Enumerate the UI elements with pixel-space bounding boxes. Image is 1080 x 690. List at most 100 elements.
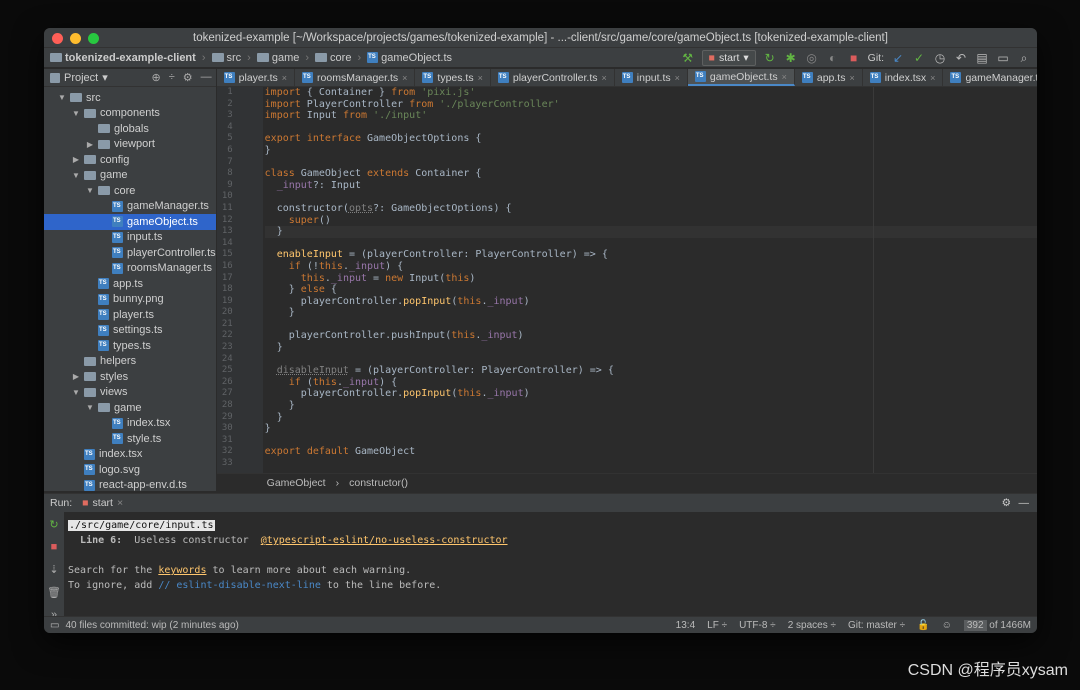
code-line[interactable]: if (!this._input) { [265,261,1037,273]
code-line[interactable]: playerController.pushInput(this._input) [265,330,1037,342]
close-tab-icon[interactable]: × [478,73,483,83]
tree-file[interactable]: index.tsx [44,447,216,463]
line-separator[interactable]: LF ÷ [707,620,727,631]
close-tab-icon[interactable]: × [602,73,607,83]
debug-bug-icon[interactable]: ✱ [784,51,798,65]
tree-file[interactable]: app.ts [44,276,216,292]
rerun-icon[interactable]: ↻ [49,518,58,531]
code-line[interactable]: } [265,400,1037,412]
zoom-window-button[interactable] [88,33,99,44]
code-line[interactable]: this._input = new Input(this) [265,273,1037,285]
lock-icon[interactable]: 🔓 [917,620,929,631]
tree-folder[interactable]: globals [44,121,216,137]
code-line[interactable]: } [264,226,1037,238]
tree-file[interactable]: types.ts [44,338,216,354]
build-hammer-icon[interactable]: ⚒ [681,51,695,65]
code-line[interactable] [265,319,1037,331]
trash-icon[interactable]: 🗑 [47,586,61,599]
tree-file[interactable]: input.ts [44,230,216,246]
code-line[interactable] [265,354,1037,366]
console-file-path[interactable]: ./src/game/core/input.ts [68,520,215,531]
breadcrumb-method[interactable]: constructor() [349,477,408,489]
code-line[interactable]: if (this._input) { [265,377,1037,389]
crumb-core[interactable]: core [315,52,351,64]
tree-folder[interactable]: ▼ views [44,385,216,401]
profile-icon[interactable]: ◐ [826,51,840,65]
keywords-link[interactable]: keywords [158,565,206,576]
close-tab-icon[interactable]: × [782,72,787,82]
expand-arrow-icon[interactable]: ▼ [72,109,80,118]
gear-icon[interactable]: ⚙ [1002,497,1011,509]
editor-tab[interactable]: player.ts × [217,69,296,86]
breadcrumb-class[interactable]: GameObject [267,477,326,489]
minimize-window-button[interactable] [70,33,81,44]
expand-arrow-icon[interactable]: ▼ [72,171,80,180]
tree-folder[interactable]: ▼ core [44,183,216,199]
project-view-select[interactable]: Project [64,72,98,84]
code-line[interactable]: } [265,307,1037,319]
code-line[interactable]: class GameObject extends Container { [265,168,1037,180]
tree-folder[interactable]: ▶ styles [44,369,216,385]
code-line[interactable]: import { Container } from 'pixi.js' [265,87,1037,99]
close-tab-icon[interactable]: × [675,73,680,83]
file-encoding[interactable]: UTF-8 ÷ [739,620,776,631]
code-line[interactable]: } [265,423,1037,435]
tree-file[interactable]: gameManager.ts [44,199,216,215]
code-line[interactable]: disableInput = (playerController: Player… [265,365,1037,377]
close-tab-icon[interactable]: × [282,73,287,83]
collapse-arrow-icon[interactable]: ▶ [72,155,80,164]
close-icon[interactable]: × [117,497,123,509]
tree-file[interactable]: react-app-env.d.ts [44,478,216,494]
code-line[interactable] [265,157,1037,169]
editor-tab[interactable]: roomsManager.ts× [295,69,416,86]
stop-icon[interactable]: ■ [51,541,58,553]
code-line[interactable]: export default GameObject [265,446,1037,458]
tree-file[interactable]: settings.ts [44,323,216,339]
close-tab-icon[interactable]: × [930,73,935,83]
expand-arrow-icon[interactable]: ▼ [86,403,94,412]
editor-tab[interactable]: input.ts × [615,69,688,86]
tree-file[interactable]: bunny.png [44,292,216,308]
tree-folder[interactable]: ▶ viewport [44,137,216,153]
soft-wrap-icon[interactable]: ⇣ [49,563,58,576]
locate-icon[interactable]: ⊕ [152,71,161,84]
tree-folder[interactable]: ▼ game [44,400,216,416]
code-line[interactable] [265,191,1037,203]
code-line[interactable] [265,458,1037,470]
tree-folder[interactable]: ▼ game [44,168,216,184]
code-line[interactable]: _input?: Input [265,180,1037,192]
crumb-src[interactable]: src [211,52,241,64]
code-line[interactable]: super() [265,215,1037,227]
git-branch[interactable]: Git: master ÷ [848,620,905,631]
tree-file[interactable]: style.ts [44,431,216,447]
eslint-rule-link[interactable]: @typescript-eslint/no-useless-constructo… [261,535,508,546]
crumb-project[interactable]: tokenized-example-client [50,52,196,64]
run-tab-start[interactable]: ■ start × [82,497,123,509]
code-line[interactable]: enableInput = (playerController: PlayerC… [265,249,1037,261]
editor-tab[interactable]: index.tsx× [863,69,944,86]
code-line[interactable]: import PlayerController from './playerCo… [265,99,1037,111]
tree-folder[interactable]: ▼ src [44,90,216,106]
tree-file[interactable]: roomsManager.ts [44,261,216,277]
code-line[interactable]: } else { [265,284,1037,296]
crumb-game[interactable]: game [256,52,299,64]
caret-position[interactable]: 13:4 [676,620,695,631]
expand-arrow-icon[interactable]: ▼ [58,93,66,102]
coverage-icon[interactable]: ◎ [805,51,819,65]
code-line[interactable]: } [265,342,1037,354]
collapse-arrow-icon[interactable]: ▶ [86,140,94,149]
search-icon[interactable]: ⌕ [1017,51,1031,65]
code-line[interactable] [265,122,1037,134]
code-line[interactable]: export interface GameObjectOptions { [265,133,1037,145]
project-structure-icon[interactable]: ▤ [975,51,989,65]
tree-file[interactable]: index.tsx [44,416,216,432]
code-line[interactable]: } [265,412,1037,424]
stop-icon[interactable]: ■ [847,51,861,65]
tree-folder[interactable]: ▶ config [44,152,216,168]
indent-setting[interactable]: 2 spaces ÷ [788,620,836,631]
caret-down-icon[interactable]: ▾ [102,71,108,84]
code-line[interactable] [265,238,1037,250]
tree-file[interactable]: gameObject.ts [44,214,216,230]
editor-tab[interactable]: gameManager.ts× [943,69,1037,86]
tree-file[interactable]: logo.svg [44,462,216,478]
